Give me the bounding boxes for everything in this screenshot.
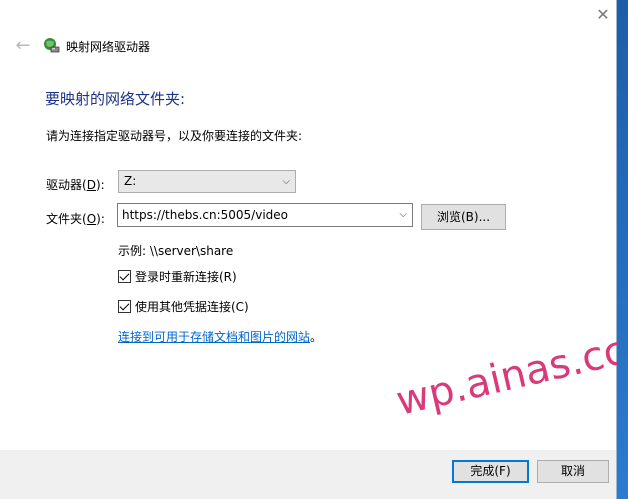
other-credentials-label: 使用其他凭据连接(C) [135,299,249,314]
map-network-drive-dialog: ✕ ← 映射网络驱动器 要映射的网络文件夹: 请为连接指定驱动器号，以及你要连接… [0,0,628,499]
dialog-footer: 完成(F) 取消 [0,450,616,499]
browse-button[interactable]: 浏览(B)... [421,204,506,230]
instruction-text: 请为连接指定驱动器号，以及你要连接的文件夹: [46,129,303,143]
reconnect-label: 登录时重新连接(R) [135,269,237,284]
drive-letter-value: Z: [124,174,137,188]
window-title: 映射网络驱动器 [66,40,151,54]
chevron-down-icon[interactable]: ⌵ [399,204,407,226]
chevron-down-icon: ⌵ [282,176,290,187]
checkbox-checked-icon[interactable] [118,269,131,283]
desktop-background [617,0,628,499]
reconnect-checkbox[interactable]: 登录时重新连接(R) [118,268,237,284]
back-arrow-icon[interactable]: ← [12,36,34,56]
other-credentials-checkbox[interactable]: 使用其他凭据连接(C) [118,298,249,314]
drive-label: 驱动器(D): [46,178,105,192]
finish-button[interactable]: 完成(F) [452,460,529,483]
close-icon[interactable]: ✕ [592,5,614,25]
folder-label: 文件夹(O): [46,212,105,226]
checkbox-checked-icon[interactable] [118,299,131,313]
drive-letter-select[interactable]: Z: ⌵ [118,170,296,193]
link-suffix: 。 [310,330,323,344]
website-link-row: 连接到可用于存储文档和图片的网站。 [118,328,322,345]
cancel-button[interactable]: 取消 [537,460,609,483]
example-text: 示例: \\server\share [118,244,234,258]
watermark-text: wp.ainas.cc [392,327,628,425]
page-heading: 要映射的网络文件夹: [45,90,186,108]
network-drive-icon [44,38,60,53]
folder-path-input[interactable]: https://thebs.cn:5005/video ⌵ [117,203,413,227]
website-link[interactable]: 连接到可用于存储文档和图片的网站 [118,330,310,344]
folder-path-value: https://thebs.cn:5005/video [122,208,288,222]
